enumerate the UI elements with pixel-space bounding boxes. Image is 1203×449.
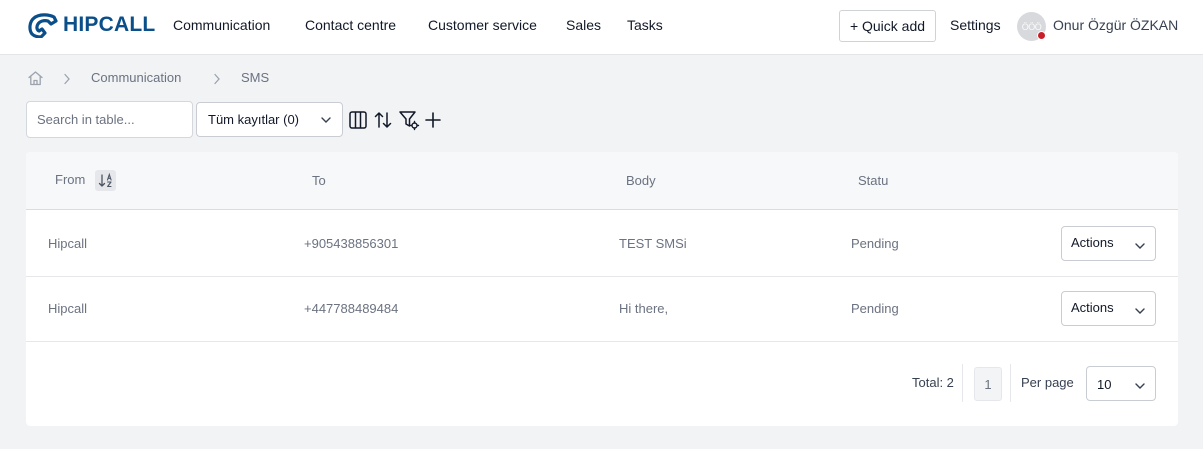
user-name[interactable]: Onur Özgür ÖZKAN (1053, 17, 1178, 33)
chevron-down-icon (1134, 305, 1146, 320)
column-header-from[interactable]: From (55, 172, 85, 187)
column-header-to[interactable]: To (312, 173, 326, 188)
actions-label: Actions (1071, 235, 1114, 250)
pagination-divider (962, 364, 963, 402)
chevron-down-icon (1134, 240, 1146, 255)
chevron-right-icon (213, 72, 221, 90)
table-row: Hipcall +447788489484 Hi there, Pending … (26, 276, 1178, 342)
nav-item-contact-centre[interactable]: Contact centre (305, 17, 396, 33)
top-bar: HIPCALL Communication Contact centre Cus… (0, 0, 1203, 55)
home-icon[interactable] (27, 70, 44, 91)
cell-body: Hi there, (619, 301, 669, 316)
nav-item-communication[interactable]: Communication (173, 17, 270, 33)
cell-from: Hipcall (48, 236, 88, 251)
chevron-down-icon (320, 114, 332, 129)
pagination-divider (1010, 364, 1011, 402)
cell-body: TEST SMSi (619, 236, 687, 251)
cell-status: Pending (851, 236, 899, 251)
sort-az-icon[interactable] (95, 170, 116, 191)
settings-link[interactable]: Settings (950, 17, 1001, 33)
cell-status: Pending (851, 301, 899, 316)
actions-label: Actions (1071, 300, 1114, 315)
per-page-value: 10 (1097, 377, 1112, 392)
page-button[interactable]: 1 (974, 367, 1002, 401)
cell-to: +905438856301 (304, 236, 399, 251)
status-indicator (1037, 31, 1046, 40)
breadcrumb-sms: SMS (241, 70, 270, 85)
per-page-select[interactable]: 10 (1086, 366, 1156, 401)
actions-button[interactable]: Actions (1061, 226, 1156, 261)
chevron-right-icon (63, 72, 71, 90)
column-header-statu[interactable]: Statu (858, 173, 888, 188)
nav-item-tasks[interactable]: Tasks (627, 17, 663, 33)
record-filter-select[interactable]: Tüm kayıtlar (0) (196, 102, 343, 137)
pagination-total: Total: 2 (912, 375, 954, 390)
sort-icon[interactable] (372, 109, 394, 131)
table-row: Hipcall +905438856301 TEST SMSi Pending … (26, 211, 1178, 277)
per-page-label: Per page (1021, 375, 1074, 390)
table-header: From To Body Statu (26, 152, 1178, 210)
cell-to: +447788489484 (304, 301, 399, 316)
quick-add-button[interactable]: + Quick add (839, 10, 936, 42)
add-icon[interactable] (422, 109, 444, 131)
nav-item-customer-service[interactable]: Customer service (428, 17, 537, 33)
cell-from: Hipcall (48, 301, 88, 316)
phone-logo-icon (28, 13, 58, 38)
breadcrumb-communication[interactable]: Communication (91, 70, 181, 85)
hipcall-logo[interactable]: HIPCALL (26, 11, 155, 39)
columns-icon[interactable] (347, 109, 369, 131)
sms-table-card: From To Body Statu Hipcall +905438856301… (26, 152, 1178, 426)
filter-settings-icon[interactable] (398, 109, 420, 131)
actions-button[interactable]: Actions (1061, 291, 1156, 326)
search-input[interactable] (26, 101, 193, 138)
chevron-down-icon (1134, 380, 1146, 395)
brand-name: HIPCALL (63, 13, 156, 36)
nav-item-sales[interactable]: Sales (566, 17, 601, 33)
column-header-body[interactable]: Body (626, 173, 656, 188)
record-filter-label: Tüm kayıtlar (0) (208, 112, 300, 127)
